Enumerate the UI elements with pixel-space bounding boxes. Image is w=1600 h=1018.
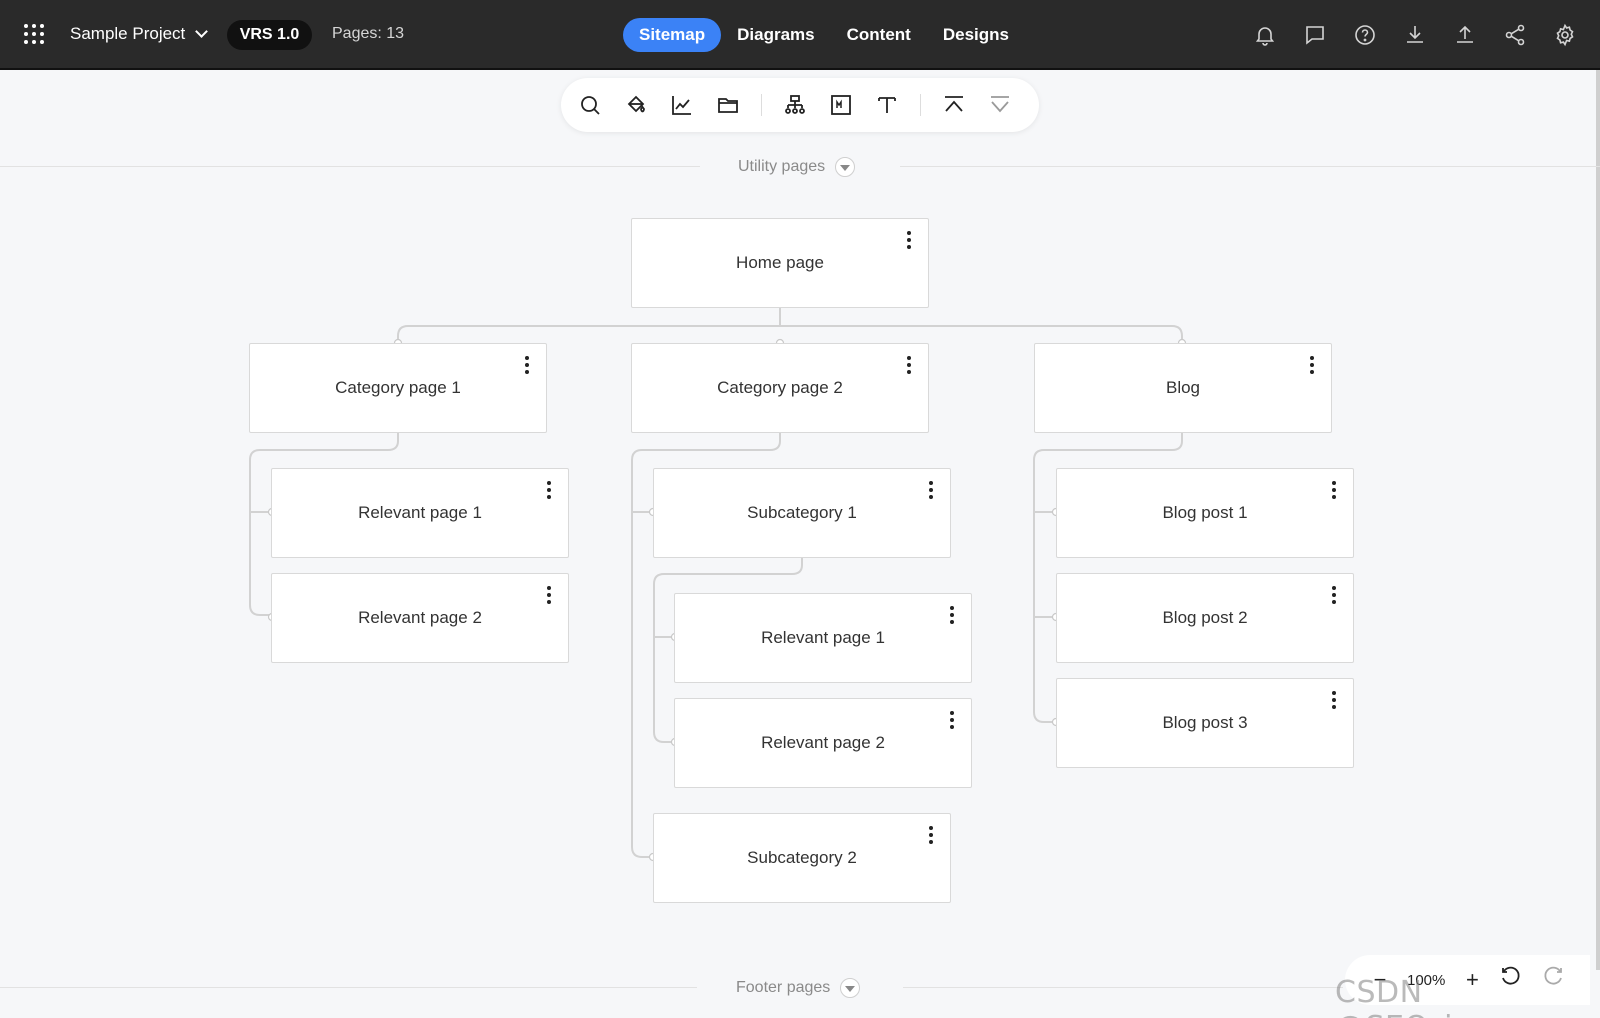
folder-icon[interactable] — [715, 92, 741, 118]
project-name: Sample Project — [70, 24, 186, 43]
utility-pages-label: Utility pages — [738, 158, 826, 175]
page-card-title: Subcategory 1 — [747, 503, 857, 522]
more-options-icon[interactable] — [522, 356, 532, 378]
page-card-blog-post-1[interactable]: Blog post 1 — [1056, 468, 1354, 558]
page-card-subcategory-2[interactable]: Subcategory 2 — [653, 813, 951, 903]
page-card-sub-relevant-1[interactable]: Relevant page 1 — [674, 593, 972, 683]
footer-pages-toggle[interactable]: Footer pages — [736, 978, 861, 998]
more-options-icon[interactable] — [904, 356, 914, 378]
more-options-icon[interactable] — [1329, 586, 1339, 608]
utility-pages-toggle[interactable]: Utility pages — [738, 157, 856, 177]
settings-icon[interactable] — [1552, 20, 1578, 50]
page-card-title: Blog — [1165, 378, 1201, 397]
page-card-title: Category page 2 — [717, 378, 843, 397]
main-tabs: Sitemap Diagrams Content Designs — [623, 18, 1025, 52]
bell-icon[interactable] — [1252, 20, 1278, 50]
tab-sitemap[interactable]: Sitemap — [623, 18, 722, 52]
page-card-title: Category page 1 — [335, 378, 461, 397]
watermark: CSDN @SEO_juper — [1335, 975, 1523, 1018]
page-card-title: Blog post 2 — [1162, 608, 1248, 627]
more-options-icon[interactable] — [926, 826, 936, 848]
tab-content[interactable]: Content — [831, 18, 927, 52]
share-icon[interactable] — [1502, 20, 1528, 50]
page-card-home[interactable]: Home page — [631, 218, 929, 308]
page-card-blog-post-3[interactable]: Blog post 3 — [1056, 678, 1354, 768]
vertical-scrollbar[interactable] — [1596, 70, 1600, 970]
upload-icon[interactable] — [1452, 20, 1478, 50]
toolbar-divider — [920, 94, 921, 116]
page-card-title: Home page — [736, 253, 824, 272]
apps-grid-icon[interactable] — [24, 24, 46, 46]
chart-icon[interactable] — [669, 92, 695, 118]
markdown-icon[interactable] — [828, 92, 854, 118]
toolbar-divider — [761, 94, 762, 116]
comment-icon[interactable] — [1302, 20, 1328, 50]
more-options-icon[interactable] — [1307, 356, 1317, 378]
page-card-category-1[interactable]: Category page 1 — [249, 343, 547, 433]
utility-divider-left — [0, 166, 700, 167]
tab-diagrams[interactable]: Diagrams — [721, 18, 830, 52]
help-icon[interactable] — [1352, 20, 1378, 50]
page-card-title: Relevant page 2 — [761, 733, 885, 752]
more-options-icon[interactable] — [926, 481, 936, 503]
more-options-icon[interactable] — [544, 481, 554, 503]
more-options-icon[interactable] — [947, 606, 957, 628]
footer-divider-left — [0, 987, 697, 988]
project-selector[interactable]: Sample Project — [70, 24, 209, 44]
footer-divider-right — [903, 987, 1343, 988]
page-card-blog-post-2[interactable]: Blog post 2 — [1056, 573, 1354, 663]
tab-designs[interactable]: Designs — [927, 18, 1025, 52]
expand-down-icon[interactable] — [987, 92, 1013, 118]
caret-down-icon — [840, 978, 861, 998]
paint-bucket-icon[interactable] — [623, 92, 649, 118]
collapse-up-icon[interactable] — [941, 92, 967, 118]
page-card-title: Blog post 3 — [1162, 713, 1248, 732]
page-card-title: Blog post 1 — [1162, 503, 1248, 522]
text-icon[interactable] — [874, 92, 900, 118]
more-options-icon[interactable] — [1329, 481, 1339, 503]
top-navigation-bar: Sample Project VRS 1.0 Pages: 13 Sitemap… — [0, 0, 1600, 70]
chevron-down-icon — [195, 25, 209, 38]
page-card-title: Relevant page 2 — [358, 608, 482, 627]
page-card-title: Relevant page 1 — [358, 503, 482, 522]
page-card-relevant-2[interactable]: Relevant page 2 — [271, 573, 569, 663]
download-icon[interactable] — [1402, 20, 1428, 50]
version-badge[interactable]: VRS 1.0 — [227, 20, 312, 50]
header-actions — [1252, 20, 1578, 50]
page-card-blog[interactable]: Blog — [1034, 343, 1332, 433]
page-card-title: Subcategory 2 — [747, 848, 857, 867]
page-card-sub-relevant-2[interactable]: Relevant page 2 — [674, 698, 972, 788]
sitemap-icon[interactable] — [782, 92, 808, 118]
utility-divider-right — [900, 166, 1600, 167]
page-card-subcategory-1[interactable]: Subcategory 1 — [653, 468, 951, 558]
footer-pages-label: Footer pages — [736, 979, 831, 996]
caret-down-icon — [835, 157, 856, 177]
canvas-toolbar — [561, 78, 1039, 132]
page-card-title: Relevant page 1 — [761, 628, 885, 647]
pages-count: Pages: 13 — [332, 25, 405, 42]
more-options-icon[interactable] — [1329, 691, 1339, 713]
page-card-category-2[interactable]: Category page 2 — [631, 343, 929, 433]
more-options-icon[interactable] — [947, 711, 957, 733]
search-icon[interactable] — [577, 92, 603, 118]
more-options-icon[interactable] — [904, 231, 914, 253]
more-options-icon[interactable] — [544, 586, 554, 608]
page-card-relevant-1[interactable]: Relevant page 1 — [271, 468, 569, 558]
